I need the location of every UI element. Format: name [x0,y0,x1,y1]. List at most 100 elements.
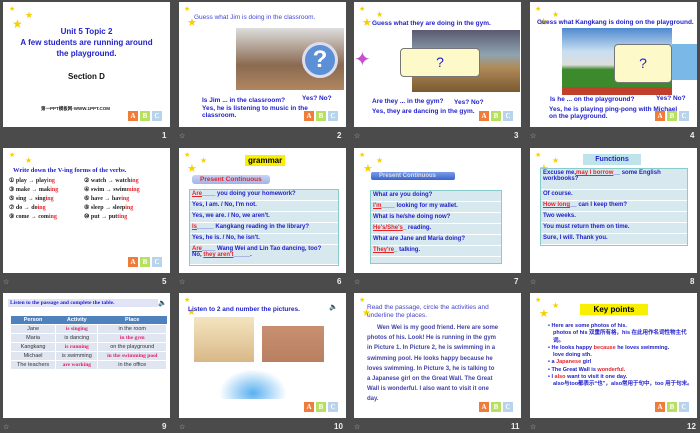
table-row: Maria is dancing in the gym [9,333,167,343]
star-icon: ★ [187,163,197,175]
section-banner: Present Continuous [371,172,455,180]
table-row: Jane is singing in the room [9,324,167,334]
yes-no-text: Yes? No? [302,95,332,102]
slide-thumbnail-6[interactable]: ★ ★ ★ grammar Present Continuous Are____… [179,148,346,273]
section-label: Section D [68,72,105,81]
slide-title: A few students are running around [20,37,153,47]
ping-pong-illustration [672,44,697,80]
star-icon: ★ [25,10,34,20]
abc-blocks: ABC [304,111,338,121]
slide-title: the playground. [56,48,117,58]
passage-line: loves swimming. In Picture 3, he is talk… [367,365,495,372]
transition-icon: ☆ [530,133,537,140]
star-icon: ★ [184,6,191,13]
passage-line: a Japanese girl on the Great Wall. The G… [367,376,493,383]
key-points-list: • Here are some photos of his. photos of… [548,323,693,388]
slide-number: 8 [690,277,695,286]
slide-thumbnail-7[interactable]: ★ ★ ★ Present Continuous What are you do… [354,148,521,273]
verb-item: ⑧ sleep → sleeping [84,205,134,211]
transition-icon: ☆ [3,279,10,286]
verb-item: ⑨ come → coming [9,214,57,220]
transition-icon: ☆ [530,424,537,431]
speaker-icon[interactable]: 🔈 [158,299,167,307]
instruction-text: underline the places. [367,312,427,319]
answer-text: Yes, they are dancing in the gym. [372,108,475,115]
swimming-picture [219,369,287,399]
slide-number: 9 [162,422,167,431]
star-icon: ★ [535,297,542,304]
slide-thumbnail-11[interactable]: ★ ★ Read the passage, circle the activit… [354,293,521,418]
star-icon: ★ [184,152,191,159]
star-icon: ★ [200,156,208,165]
slide-number: 10 [334,422,343,431]
slide-number: 5 [162,277,167,286]
question-icon: ? [302,42,338,78]
slide-number: 12 [687,422,696,431]
slide-heading: Listen to 2 and number the pictures. [188,306,300,313]
slide-number: 1 [162,131,167,140]
abc-blocks: ABC [128,111,162,121]
transition-icon: ☆ [354,133,361,140]
great-wall-picture [262,317,324,362]
verb-item: ① play → playing [9,178,55,184]
star-icon: ★ [184,297,191,304]
abc-blocks: ABC [655,111,689,121]
yes-no-text: Yes? No? [656,95,686,102]
transition-icon: ☆ [179,424,186,431]
slide-heading: Write down the V-ing forms of the verbs. [13,167,127,174]
abc-blocks: ABC [479,111,513,121]
transition-icon: ☆ [3,424,10,431]
slide-thumbnail-12[interactable]: ★ ★ ★ Key points • Here are some photos … [530,293,697,418]
slide-heading: Key points [580,304,648,315]
dancer-illustration: ✦ [354,49,371,71]
slide-number: 6 [337,277,342,286]
slide-thumbnail-1[interactable]: ★ ★ ★ Unit 5 Topic 2 A few students are … [3,2,170,127]
passage-line: Wen Wei is my good friend. Here are some [377,325,499,331]
abc-blocks: ABC [128,257,162,267]
slide-thumbnail-10[interactable]: ★ ★ Listen to 2 and number the pictures.… [179,293,346,418]
slide-number: 2 [337,131,342,140]
yes-no-text: Yes? No? [454,99,484,106]
star-icon: ★ [25,156,33,165]
slide-heading: Listen to the passage and complete the t… [8,299,158,307]
question-box: ? [614,44,672,83]
slide-thumbnail-4[interactable]: ★ ★ ★ Guess what Kangkang is doing on th… [530,2,697,127]
abc-blocks: ABC [479,402,513,412]
gym-picture [194,317,254,362]
slide-heading: Guess what Jim is doing in the classroom… [194,14,316,21]
transition-icon: ☆ [179,279,186,286]
star-icon: ★ [376,10,384,19]
passage-line: Wall is wonderful. I also want to visit … [367,386,489,393]
star-icon: ★ [359,6,366,13]
slide-heading: grammar [245,155,286,166]
transition-icon: ☆ [354,279,361,286]
slide-thumbnail-9[interactable]: Listen to the passage and complete the t… [3,293,170,418]
slide-heading: Guess what Kangkang is doing on the play… [537,19,694,26]
grammar-table: Are____ you doing your homework? Yes, I … [189,189,339,266]
verb-item: ⑦ do → doing [9,205,46,211]
answer-text: on the playground. [549,113,608,120]
passage-line: swimming pool. He looks happy because he [367,355,493,362]
classroom-photo: ? [236,28,344,90]
speaker-icon[interactable]: 🔈 [329,303,338,311]
question-text: Are they ... in the gym? [372,98,444,105]
answer-text: classroom. [202,112,237,119]
abc-blocks: ABC [655,402,689,412]
slide-number: 4 [690,131,695,140]
slide-thumbnail-5[interactable]: ★ ★ Write down the V-ing forms of the ve… [3,148,170,273]
question-text: Is he ... on the playground? [550,96,635,103]
slide-number: 11 [511,422,520,431]
activity-table: Person Activity Place Jane is singing in the… [9,316,167,370]
slide-number: 3 [514,131,519,140]
grammar-table: What are you doing? I'm____ looking for … [370,190,502,264]
slide-thumbnail-3[interactable]: ★ ★ ★ Guess what they are doing in the g… [354,2,521,127]
star-icon: ★ [552,10,560,19]
passage-line: photos of his. Look! He is running in th… [367,335,496,342]
slide-heading: Guess what they are doing in the gym. [372,20,491,27]
slide-title: Unit 5 Topic 2 [60,27,113,36]
slide-thumbnail-2[interactable]: ★ ★ Guess what Jim is doing in the class… [179,2,346,127]
star-icon: ★ [376,156,384,165]
slide-thumbnail-8[interactable]: ★ ★ ★ Functions Excuse me,may I borrow__… [530,148,697,273]
star-icon: ★ [535,152,542,159]
watermark: 第一PPT模板网-WWW.1PPT.COM [41,106,110,111]
